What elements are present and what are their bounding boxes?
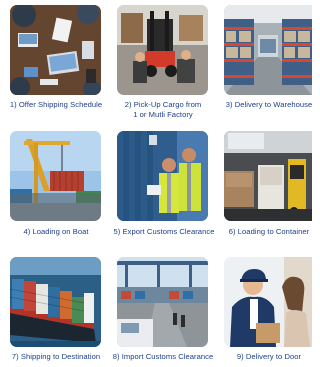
- port-crane-container-photo: [10, 131, 101, 221]
- customs-inspection-photo: [117, 131, 208, 221]
- container-ship-photo: [10, 257, 101, 347]
- step-1-label: 1) Offer Shipping Schedule: [9, 100, 103, 109]
- port-terminal-photo: [117, 257, 208, 347]
- forklift-warehouse-photo: [117, 5, 208, 95]
- step-9-label: 9) Delivery to Door: [236, 352, 302, 361]
- shipping-process-grid: 1) Offer Shipping Schedule 2) Pick-Up Ca…: [0, 0, 312, 367]
- step-3-label: 3) Delivery to Warehouse: [225, 100, 313, 109]
- step-8-label: 8) Import Customs Clearance: [112, 352, 214, 361]
- container-loading-photo: [224, 131, 312, 221]
- step-5-label: 5) Export Customs Clearance: [113, 227, 215, 236]
- step-4-label: 4) Loading on Boat: [23, 227, 89, 236]
- step-2-label-line2: 1 or Mutli Factory: [133, 109, 193, 119]
- planning-desk-photo: [10, 5, 101, 95]
- warehouse-racks-photo: [224, 5, 312, 95]
- courier-delivery-photo: [224, 257, 312, 347]
- step-6-label: 6) Loading to Container: [228, 227, 310, 236]
- step-7-label: 7) Shipping to Destination: [11, 352, 101, 361]
- step-2-label: 2) Pick-Up Cargo from 1 or Mutli Factory: [110, 100, 216, 119]
- step-2-label-line1: 2) Pick-Up Cargo from: [124, 100, 202, 109]
